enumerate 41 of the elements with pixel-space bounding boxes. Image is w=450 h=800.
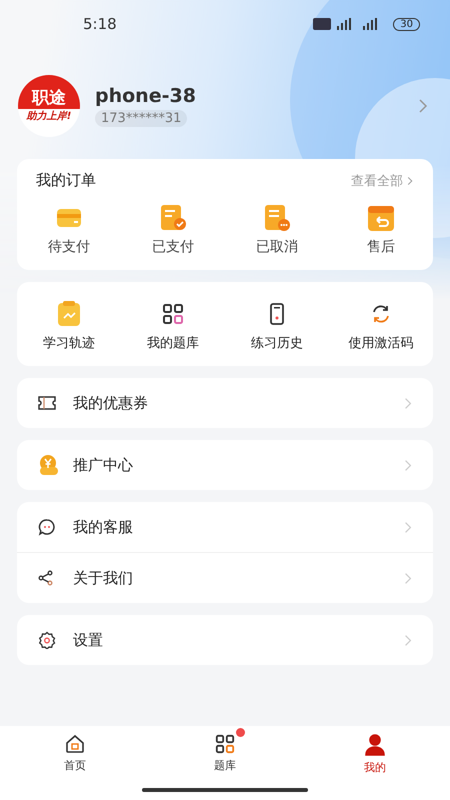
share-icon [38,570,54,586]
tab[interactable]: 我的 [300,728,450,800]
tool-item[interactable]: 我的题库 [121,300,225,352]
menu-item[interactable]: 我的优惠券 [17,378,433,428]
chevron-icon [404,396,412,410]
phone-number: 173******31 [95,110,188,127]
coin-icon [38,454,60,476]
chat-bubble-icon [38,518,56,536]
return-box-icon [367,204,395,232]
tool-item[interactable]: 使用激活码 [329,300,433,352]
settings-icon [38,631,56,649]
menu-item[interactable]: 设置 [17,615,433,665]
phone-icon [268,300,286,328]
document-more-icon [263,204,291,232]
tool-item[interactable]: 练习历史 [225,300,329,352]
chevron-icon [404,520,412,534]
ticket-icon [38,396,56,410]
tab[interactable]: 题库 [150,728,300,800]
chevron-icon [404,634,412,646]
tab[interactable]: 首页 [0,728,150,800]
chevron-icon [404,572,412,584]
chevron-icon [407,176,413,186]
section-title: 我的订单 [36,171,96,190]
chevron-icon[interactable] [418,98,428,114]
home-icon [65,734,85,754]
person-icon [364,734,386,756]
clipboard-chart-icon [57,300,81,328]
user-name: phone-38 [95,85,196,107]
clock-time: 5:18 [83,15,117,33]
menu-item[interactable]: 推广中心 [17,440,433,490]
document-check-icon [159,204,187,232]
order-status-item[interactable]: 售后 [329,204,433,256]
chevron-icon [404,458,412,472]
order-status-item[interactable]: 已支付 [121,204,225,256]
grid-icon [215,734,235,754]
battery-level: 30 [393,18,420,30]
tool-item[interactable]: 学习轨迹 [17,300,121,352]
order-status-item[interactable]: 已取消 [225,204,329,256]
order-status-item[interactable]: 待支付 [17,204,121,256]
menu-item[interactable]: 我的客服 [17,502,433,552]
menu-item[interactable]: 关于我们 [17,552,433,603]
